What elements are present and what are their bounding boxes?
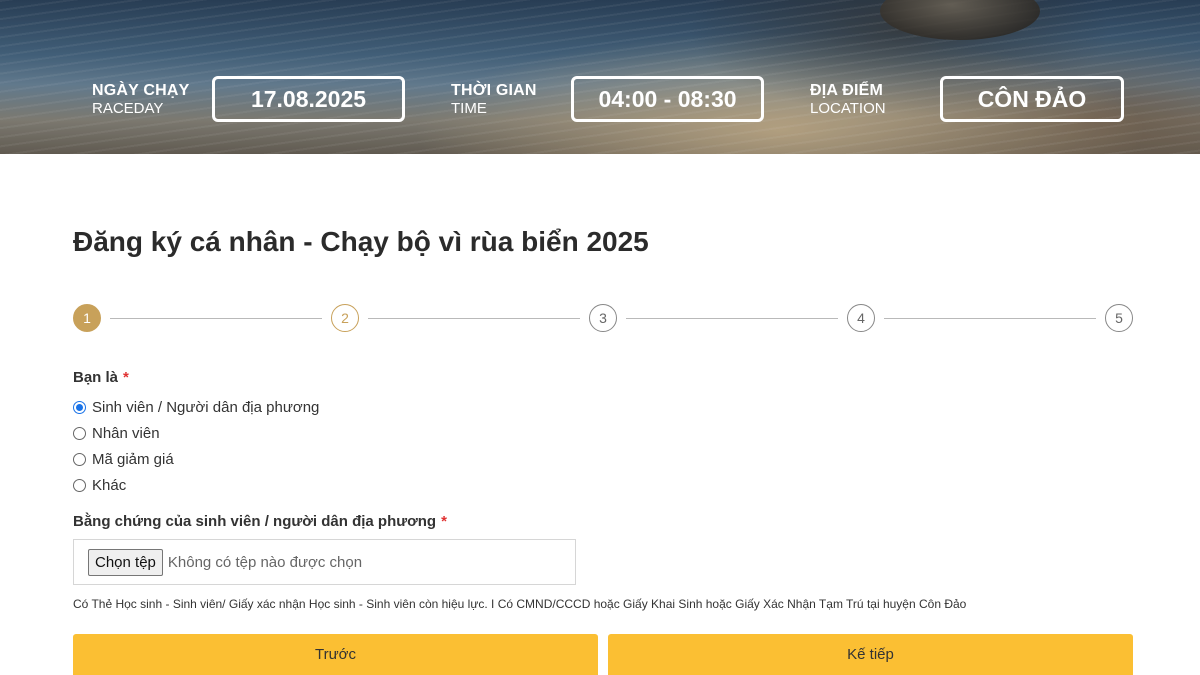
raceday-value: 17.08.2025 bbox=[212, 76, 405, 122]
radio-icon[interactable] bbox=[73, 479, 86, 492]
required-mark: * bbox=[123, 369, 129, 386]
step-2: 2 bbox=[331, 304, 359, 332]
radio-checked-icon[interactable] bbox=[73, 401, 86, 414]
previous-button[interactable]: Trước bbox=[73, 634, 598, 675]
file-upload-field[interactable]: Chọn tệp Không có tệp nào được chọn bbox=[73, 539, 576, 585]
required-mark: * bbox=[441, 513, 447, 530]
radio-label: Mã giảm giá bbox=[92, 451, 174, 468]
proof-label: Bằng chứng của sinh viên / người dân địa… bbox=[73, 513, 447, 530]
raceday-info: NGÀY CHẠY RACEDAY 17.08.2025 bbox=[92, 76, 405, 122]
step-connector bbox=[626, 318, 838, 319]
no-file-text: Không có tệp nào được chọn bbox=[167, 553, 363, 571]
location-label-en: LOCATION bbox=[810, 99, 886, 117]
radio-other[interactable]: Khác bbox=[73, 477, 126, 494]
location-info: ĐỊA ĐIỂM LOCATION CÔN ĐẢO bbox=[810, 76, 1124, 122]
radio-employee[interactable]: Nhân viên bbox=[73, 425, 160, 442]
step-connector bbox=[884, 318, 1096, 319]
step-connector bbox=[110, 318, 322, 319]
raceday-label: NGÀY CHẠY bbox=[92, 81, 190, 99]
radio-discount-code[interactable]: Mã giảm giá bbox=[73, 451, 174, 468]
step-4: 4 bbox=[847, 304, 875, 332]
page-title: Đăng ký cá nhân - Chạy bộ vì rùa biển 20… bbox=[73, 226, 649, 257]
step-3: 3 bbox=[589, 304, 617, 332]
location-label: ĐỊA ĐIỂM bbox=[810, 81, 884, 99]
turtle-photo bbox=[880, 0, 1040, 40]
next-button[interactable]: Kế tiếp bbox=[608, 634, 1133, 675]
step-progress: 1 2 3 4 5 bbox=[73, 304, 1133, 332]
you-are-label: Bạn là * bbox=[73, 369, 129, 386]
radio-label: Sinh viên / Người dân địa phương bbox=[92, 399, 320, 416]
time-value: 04:00 - 08:30 bbox=[571, 76, 764, 122]
proof-hint: Có Thẻ Học sinh - Sinh viên/ Giấy xác nh… bbox=[73, 597, 967, 611]
choose-file-button[interactable]: Chọn tệp bbox=[88, 548, 163, 576]
step-5: 5 bbox=[1105, 304, 1133, 332]
location-value: CÔN ĐẢO bbox=[940, 76, 1124, 122]
radio-icon[interactable] bbox=[73, 427, 86, 440]
time-label: THỜI GIAN bbox=[451, 81, 537, 99]
time-label-en: TIME bbox=[451, 99, 487, 117]
radio-student-local[interactable]: Sinh viên / Người dân địa phương bbox=[73, 399, 319, 416]
raceday-label-en: RACEDAY bbox=[92, 99, 164, 117]
time-info: THỜI GIAN TIME 04:00 - 08:30 bbox=[451, 76, 764, 122]
radio-icon[interactable] bbox=[73, 453, 86, 466]
step-connector bbox=[368, 318, 580, 319]
step-1: 1 bbox=[73, 304, 101, 332]
hero-banner: NGÀY CHẠY RACEDAY 17.08.2025 THỜI GIAN T… bbox=[0, 0, 1200, 154]
radio-label: Nhân viên bbox=[92, 425, 160, 442]
radio-label: Khác bbox=[92, 477, 127, 494]
